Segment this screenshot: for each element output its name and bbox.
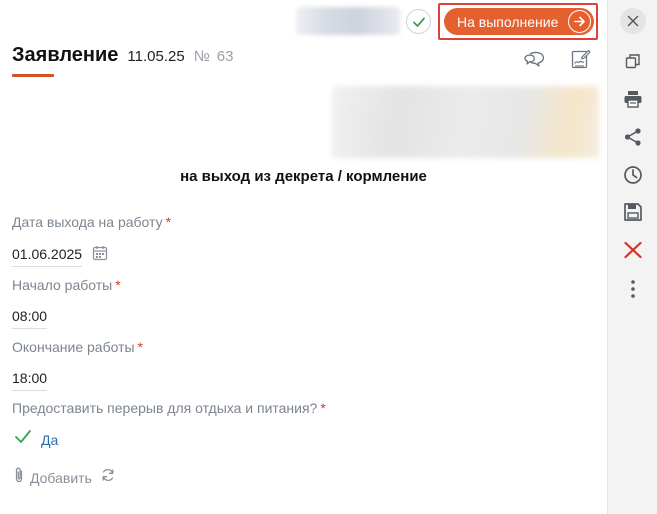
work-end-label-text: Окончание работы <box>12 339 135 355</box>
required-mark: * <box>137 339 143 355</box>
document-title: Заявление <box>12 44 119 66</box>
work-end-field[interactable]: 18:00 <box>12 370 48 391</box>
return-date-label: Дата выхода на работу * <box>12 214 171 230</box>
required-mark: * <box>165 214 172 230</box>
break-option-value-label: Да <box>41 431 59 448</box>
paperclip-icon <box>13 466 25 489</box>
required-mark: * <box>115 277 121 293</box>
required-mark: * <box>320 400 326 416</box>
add-attachment-label: Добавить <box>30 469 92 486</box>
title-tab-underline <box>12 74 54 77</box>
return-date-field[interactable]: 01.06.2025 <box>12 246 83 267</box>
break-option-value[interactable]: Да <box>14 429 58 450</box>
comments-icon[interactable] <box>521 47 547 73</box>
close-icon[interactable] <box>620 8 646 34</box>
more-icon[interactable] <box>620 276 646 302</box>
document-subject: на выход из декрета / кормление <box>180 168 427 185</box>
checkmark-icon <box>14 429 32 450</box>
top-bar: На выполнение <box>0 0 607 42</box>
save-icon[interactable] <box>620 199 646 225</box>
share-icon[interactable] <box>620 124 646 150</box>
approve-check-icon[interactable] <box>406 9 431 34</box>
history-icon[interactable] <box>620 162 646 188</box>
copy-icon[interactable] <box>620 48 646 74</box>
document-panel: На выполнение Заявление 11.05.25 № 63 на… <box>0 0 607 514</box>
calendar-icon[interactable] <box>92 245 108 261</box>
number-sign: № <box>193 48 210 65</box>
to-execution-label: На выполнение <box>457 13 559 30</box>
work-start-label: Начало работы * <box>12 277 121 293</box>
work-start-field[interactable]: 08:00 <box>12 308 48 329</box>
refresh-icon[interactable] <box>100 467 116 488</box>
document-header: Заявление 11.05.25 № 63 <box>12 44 233 76</box>
blurred-organization-header <box>332 86 599 158</box>
sign-icon[interactable] <box>567 46 593 72</box>
document-number: 63 <box>216 48 234 65</box>
document-date: 11.05.25 <box>127 48 185 65</box>
arrow-right-icon <box>568 10 591 33</box>
right-toolbar <box>607 0 657 514</box>
blurred-user-info <box>296 7 400 35</box>
add-attachment-button[interactable]: Добавить <box>13 466 116 489</box>
to-execution-button[interactable]: На выполнение <box>444 8 594 35</box>
break-option-label-text: Предоставить перерыв для отдыха и питани… <box>12 400 318 416</box>
work-start-label-text: Начало работы <box>12 277 113 293</box>
delete-icon[interactable] <box>620 237 646 263</box>
return-date-label-text: Дата выхода на работу <box>12 214 163 230</box>
work-end-label: Окончание работы * <box>12 339 143 355</box>
print-icon[interactable] <box>620 86 646 112</box>
close-icon-bg <box>620 8 646 34</box>
break-option-label: Предоставить перерыв для отдыха и питани… <box>12 400 326 416</box>
